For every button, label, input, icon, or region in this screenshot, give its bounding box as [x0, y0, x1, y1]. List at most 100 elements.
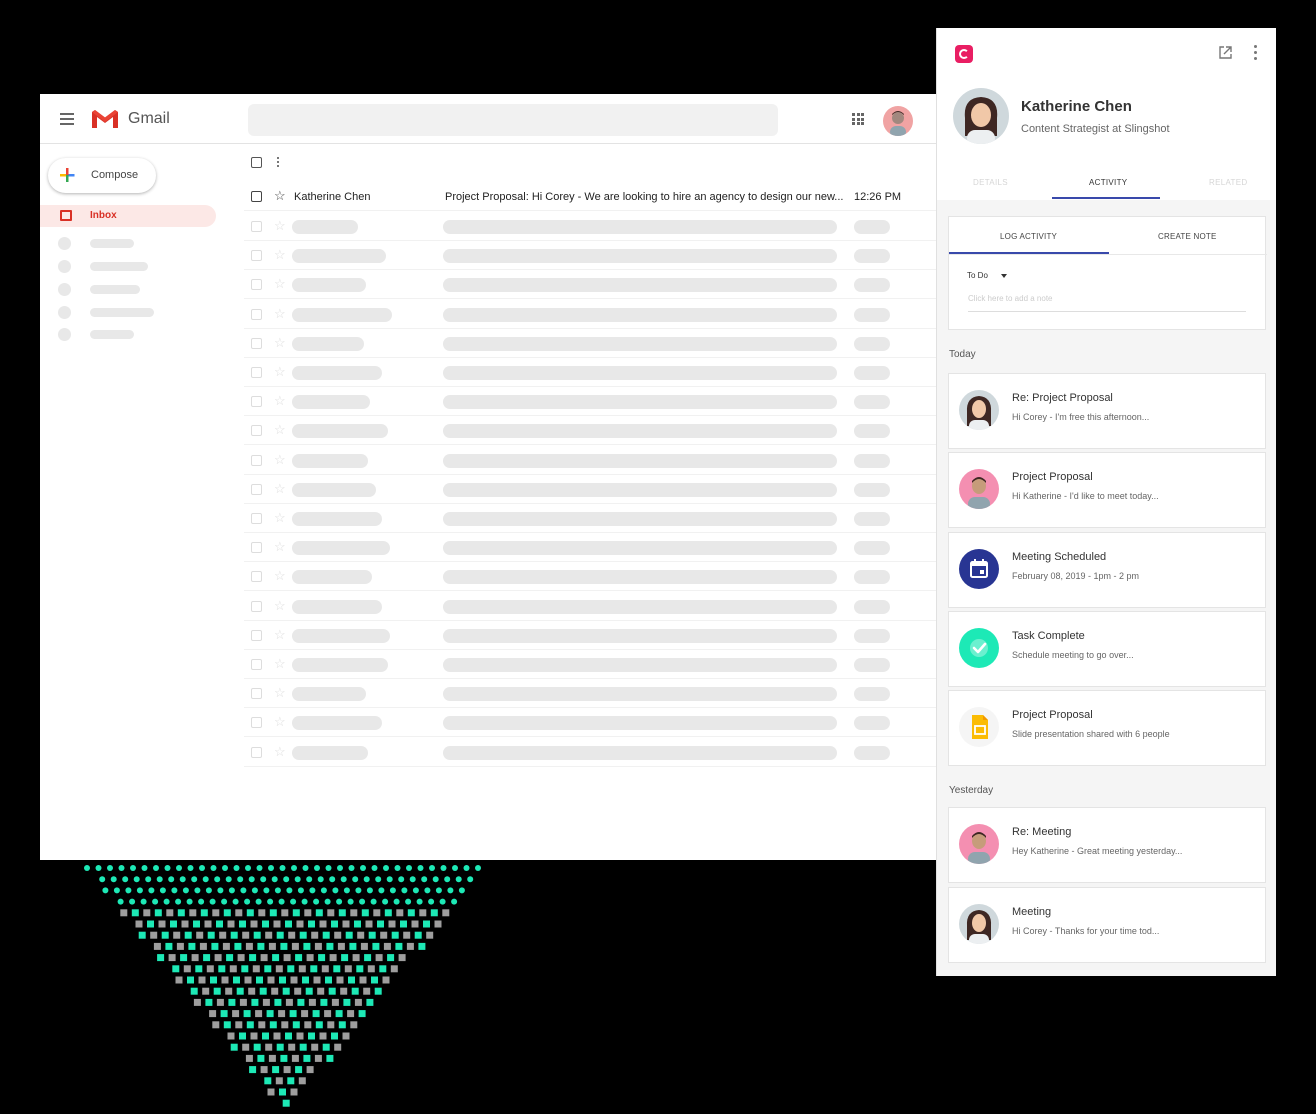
star-icon[interactable]: ☆ [274, 714, 286, 730]
star-icon[interactable]: ☆ [274, 656, 286, 672]
row-checkbox[interactable] [251, 542, 262, 554]
email-row-placeholder[interactable]: ☆ [244, 241, 936, 271]
activity-item[interactable]: Task Complete Schedule meeting to go over… [948, 610, 1266, 687]
star-icon[interactable]: ☆ [274, 452, 286, 468]
decor-dot [304, 909, 312, 917]
decor-dot [363, 987, 371, 995]
email-row-placeholder[interactable]: ☆ [244, 738, 936, 767]
compose-button[interactable]: Compose [48, 158, 156, 193]
subject-placeholder [443, 628, 837, 643]
tab-details[interactable]: DETAILS [973, 178, 1008, 187]
row-checkbox[interactable] [251, 688, 262, 700]
log-activity-card: LOG ACTIVITY CREATE NOTE To Do Click her… [948, 216, 1267, 330]
activity-item[interactable]: Re: Project Proposal Hi Corey - I'm free … [948, 373, 1266, 449]
tab-activity[interactable]: ACTIVITY [1089, 178, 1127, 187]
decor-dot [283, 954, 291, 962]
email-row-placeholder[interactable]: ☆ [244, 592, 936, 621]
search-input[interactable] [248, 104, 778, 136]
star-icon[interactable]: ☆ [274, 539, 286, 555]
email-row-placeholder[interactable]: ☆ [244, 270, 936, 300]
open-external-icon[interactable] [1218, 45, 1233, 60]
email-row-placeholder[interactable]: ☆ [244, 708, 936, 738]
decor-dot [421, 876, 428, 883]
email-row-placeholder[interactable]: ☆ [244, 329, 936, 358]
row-checkbox[interactable] [251, 513, 262, 524]
star-icon[interactable]: ☆ [274, 306, 286, 322]
tab-related[interactable]: RELATED [1209, 178, 1247, 187]
star-icon[interactable]: ☆ [274, 393, 286, 409]
decor-dot [205, 998, 213, 1006]
email-row-placeholder[interactable]: ☆ [244, 475, 936, 504]
star-icon[interactable]: ☆ [274, 744, 286, 760]
row-checkbox[interactable] [251, 308, 262, 320]
decor-dot [326, 942, 334, 950]
row-checkbox[interactable] [251, 454, 262, 466]
decor-dot [257, 1054, 265, 1062]
activity-item[interactable]: Project Proposal Slide presentation share… [948, 690, 1266, 767]
email-row-placeholder[interactable]: ☆ [244, 533, 936, 563]
star-icon[interactable]: ☆ [274, 685, 286, 701]
row-checkbox[interactable] [251, 250, 262, 262]
row-checkbox[interactable] [251, 717, 262, 729]
star-icon[interactable]: ☆ [274, 598, 286, 614]
row-checkbox[interactable] [251, 659, 262, 670]
email-row-placeholder[interactable]: ☆ [244, 358, 936, 387]
email-row-placeholder[interactable]: ☆ [244, 212, 936, 241]
email-row-placeholder[interactable]: ☆ [244, 504, 936, 533]
account-avatar[interactable] [883, 106, 913, 136]
activity-item[interactable]: Meeting Hi Corey - Thanks for your time t… [948, 887, 1266, 963]
apps-grid-icon[interactable] [852, 113, 864, 125]
row-checkbox[interactable] [251, 629, 262, 641]
star-icon[interactable]: ☆ [274, 218, 286, 234]
activity-item[interactable]: Re: Meeting Hey Katherine - Great meeting… [948, 807, 1266, 883]
more-vert-icon[interactable] [277, 157, 280, 169]
select-all-checkbox[interactable] [251, 157, 262, 168]
row-checkbox[interactable] [251, 337, 262, 349]
star-icon[interactable]: ☆ [274, 422, 286, 438]
email-row-placeholder[interactable]: ☆ [244, 650, 936, 679]
star-icon[interactable]: ☆ [274, 627, 286, 643]
decor-dot [260, 1066, 268, 1074]
decor-dot [273, 920, 281, 928]
email-row-placeholder[interactable]: ☆ [244, 416, 936, 446]
sidebar-item-inbox[interactable]: Inbox [40, 205, 216, 227]
tab-log-activity[interactable]: LOG ACTIVITY [1000, 232, 1057, 241]
email-row-placeholder[interactable]: ☆ [244, 387, 936, 417]
decor-dot [423, 920, 430, 928]
caret-down-icon[interactable] [1001, 274, 1007, 278]
row-checkbox[interactable] [251, 367, 262, 378]
email-row[interactable]: ☆ Katherine Chen Project Proposal: Hi Co… [244, 182, 936, 211]
menu-icon[interactable] [60, 113, 74, 125]
star-icon[interactable]: ☆ [274, 510, 286, 526]
row-checkbox[interactable] [251, 483, 262, 495]
row-checkbox[interactable] [251, 279, 262, 291]
row-checkbox[interactable] [251, 746, 262, 758]
decor-dot [418, 942, 426, 950]
star-icon[interactable]: ☆ [274, 481, 286, 497]
row-checkbox[interactable] [251, 191, 262, 202]
decor-dot [306, 954, 314, 962]
star-icon[interactable]: ☆ [274, 568, 286, 584]
tab-create-note[interactable]: CREATE NOTE [1158, 232, 1217, 241]
star-icon[interactable]: ☆ [274, 276, 286, 292]
row-checkbox[interactable] [251, 600, 262, 612]
star-icon[interactable]: ☆ [274, 188, 286, 204]
activity-item[interactable]: Project Proposal Hi Katherine - I'd like … [948, 452, 1266, 529]
email-row-placeholder[interactable]: ☆ [244, 679, 936, 709]
sender-placeholder [292, 658, 388, 672]
note-input[interactable]: Click here to add a note [968, 294, 1053, 303]
email-row-placeholder[interactable]: ☆ [244, 446, 936, 475]
email-row-placeholder[interactable]: ☆ [244, 562, 936, 592]
activity-item[interactable]: Meeting Scheduled February 08, 2019 - 1pm… [948, 531, 1266, 608]
more-vert-icon[interactable] [1254, 45, 1258, 63]
email-row-placeholder[interactable]: ☆ [244, 300, 936, 329]
row-checkbox[interactable] [251, 425, 262, 437]
star-icon[interactable]: ☆ [274, 335, 286, 351]
row-checkbox[interactable] [251, 221, 262, 232]
star-icon[interactable]: ☆ [274, 247, 286, 263]
row-checkbox[interactable] [251, 571, 262, 583]
activity-type-select[interactable]: To Do [967, 271, 988, 280]
row-checkbox[interactable] [251, 396, 262, 408]
email-row-placeholder[interactable]: ☆ [244, 621, 936, 650]
star-icon[interactable]: ☆ [274, 364, 286, 380]
